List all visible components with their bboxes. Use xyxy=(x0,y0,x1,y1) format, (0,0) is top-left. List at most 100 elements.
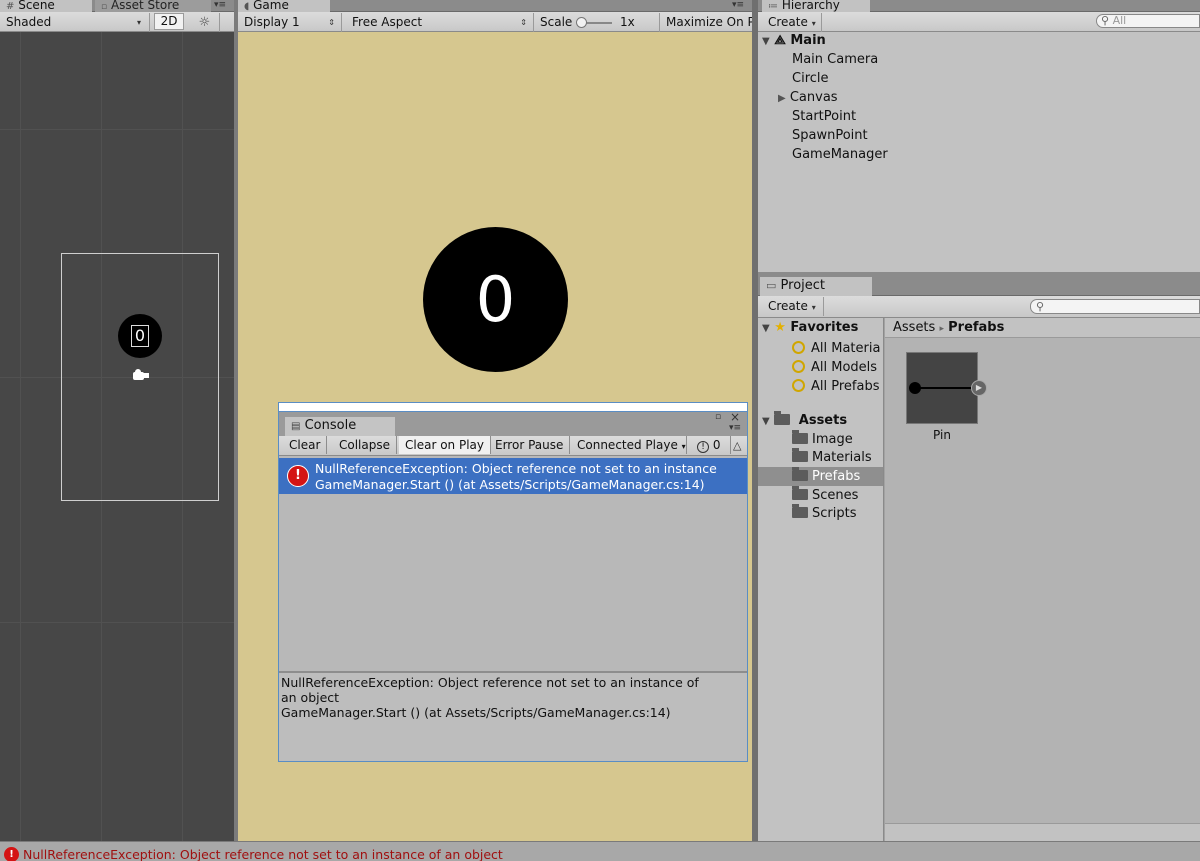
hierarchy-item[interactable]: SpawnPoint xyxy=(792,128,868,143)
dropdown-arrow-icon: ⇕ xyxy=(520,18,527,27)
scene-tabbar: # Scene ▫ Asset Store ▾≡ xyxy=(0,0,234,12)
favorite-item[interactable]: All Materia xyxy=(792,339,880,356)
info-count-toggle[interactable]: ! 0 xyxy=(693,436,731,454)
scene-viewport[interactable]: 0 xyxy=(0,32,234,841)
project-folder-tree: ▼ ★ Favorites All Materia All Models All… xyxy=(758,318,884,841)
folder-icon: ▭ xyxy=(766,279,777,292)
expand-arrow-icon[interactable]: ▼ xyxy=(762,416,770,427)
expand-arrow-icon[interactable]: ▼ xyxy=(762,36,770,47)
prefab-thumbnail[interactable]: ▶ xyxy=(906,352,987,424)
close-icon[interactable]: × xyxy=(730,410,740,424)
maximize-icon[interactable]: ▫ xyxy=(715,412,721,422)
play-prefab-icon[interactable]: ▶ xyxy=(971,380,987,396)
hierarchy-item[interactable]: Circle xyxy=(792,71,829,86)
detail-line-1: NullReferenceException: Object reference… xyxy=(281,675,699,690)
console-icon: ▤ xyxy=(291,421,301,432)
detail-line-3: GameManager.Start () (at Assets/Scripts/… xyxy=(281,705,671,720)
grid-line xyxy=(0,129,234,130)
game-toolbar: Display 1 ⇕ Free Aspect ⇕ Scale 1x Maxim… xyxy=(238,12,752,32)
clear-on-play-button[interactable]: Clear on Play xyxy=(399,436,491,454)
dropdown-arrow-icon: ▾ xyxy=(681,442,686,451)
folder-icon xyxy=(774,411,791,425)
favorite-item[interactable]: All Prefabs xyxy=(792,377,880,394)
project-create-dropdown[interactable]: Create ▾ xyxy=(762,297,824,316)
hierarchy-create-dropdown[interactable]: Create ▾ xyxy=(762,13,822,32)
favorites-header[interactable]: ▼ ★ Favorites xyxy=(762,320,858,335)
assets-header[interactable]: ▼ Assets xyxy=(762,411,847,428)
display-dropdown[interactable]: Display 1 ⇕ xyxy=(238,13,342,32)
asset-label[interactable]: Pin xyxy=(906,428,978,442)
warning-icon: △ xyxy=(733,439,742,452)
dropdown-arrow-icon: ⇕ xyxy=(328,18,335,27)
grid-icon: # xyxy=(6,1,15,12)
tab-project[interactable]: ▭ Project xyxy=(760,277,872,296)
scale-slider-thumb[interactable] xyxy=(576,17,587,28)
log-entry-selected[interactable]: ! NullReferenceException: Object referen… xyxy=(279,458,747,494)
clear-button[interactable]: Clear xyxy=(283,436,328,454)
folder-item[interactable]: Materials xyxy=(792,448,872,465)
project-tabbar: ▭ Project xyxy=(758,272,1200,296)
error-icon: ! xyxy=(4,847,19,861)
grid-line xyxy=(20,32,21,841)
folder-item-selected[interactable]: Prefabs xyxy=(792,467,860,484)
hierarchy-item[interactable]: Main Camera xyxy=(792,52,878,67)
panel-menu-icon[interactable]: ▾≡ xyxy=(729,423,741,433)
console-window: ▤ Console ▫ × ▾≡ Clear Collapse Clear on… xyxy=(278,402,748,762)
maximize-on-play-toggle[interactable]: Maximize On P xyxy=(660,13,752,32)
console-tabbar: ▤ Console ▫ × ▾≡ xyxy=(279,410,747,436)
mode-2d-button[interactable]: 2D xyxy=(154,13,184,30)
folder-icon xyxy=(792,486,808,500)
expand-arrow-icon[interactable]: ▼ xyxy=(762,323,770,334)
breadcrumb-prefabs[interactable]: Prefabs xyxy=(948,320,1004,335)
project-search-input[interactable]: ⚲ xyxy=(1030,299,1200,314)
tab-scene[interactable]: # Scene xyxy=(0,0,92,12)
tab-game[interactable]: ◖ Game xyxy=(238,0,330,12)
shading-mode-dropdown[interactable]: Shaded ▾ xyxy=(0,13,150,32)
connected-player-dropdown[interactable]: Connected Playe ▾ xyxy=(571,436,687,454)
project-assets-area: Assets ▸ Prefabs ▶ Pin xyxy=(885,318,1200,841)
panel-menu-icon[interactable]: ▾≡ xyxy=(214,0,226,10)
scene-root[interactable]: ▼ ⟁ Main xyxy=(762,33,826,48)
console-log-list: ! NullReferenceException: Object referen… xyxy=(279,456,747,671)
search-favorite-icon xyxy=(792,341,805,354)
tab-asset-store[interactable]: ▫ Asset Store xyxy=(95,0,211,12)
breadcrumb-assets[interactable]: Assets xyxy=(893,320,935,335)
console-titlebar[interactable] xyxy=(279,403,747,412)
warning-count-toggle[interactable]: △ xyxy=(731,436,747,454)
collapse-button[interactable]: Collapse xyxy=(333,436,397,454)
hierarchy-item[interactable]: StartPoint xyxy=(792,109,856,124)
search-icon: ⚲ xyxy=(1101,14,1110,27)
error-pause-button[interactable]: Error Pause xyxy=(489,436,571,454)
asset-size-slider[interactable] xyxy=(885,823,1200,841)
aspect-dropdown[interactable]: Free Aspect ⇕ xyxy=(346,13,534,32)
sun-icon[interactable]: ☼ xyxy=(190,13,220,32)
camera-gizmo-icon xyxy=(131,369,149,381)
folder-icon xyxy=(792,430,808,444)
breadcrumb: Assets ▸ Prefabs xyxy=(885,318,1200,338)
hierarchy-tabbar: ≔ Hierarchy xyxy=(758,0,1200,12)
grid-line xyxy=(0,622,234,623)
folder-item[interactable]: Scenes xyxy=(792,486,858,503)
tab-hierarchy[interactable]: ≔ Hierarchy xyxy=(762,0,870,12)
hierarchy-search-input[interactable]: ⚲ All xyxy=(1096,14,1200,28)
error-icon: ! xyxy=(287,465,309,487)
dropdown-arrow-icon: ▾ xyxy=(136,18,141,27)
dropdown-arrow-icon: ▾ xyxy=(811,19,816,28)
asset-store-icon: ▫ xyxy=(101,2,108,12)
status-bar[interactable]: ! NullReferenceException: Object referen… xyxy=(0,841,1200,861)
game-tabbar: ◖ Game ▾≡ xyxy=(238,0,752,12)
folder-item[interactable]: Image xyxy=(792,430,853,447)
hierarchy-item-canvas[interactable]: ▶ Canvas xyxy=(778,90,838,105)
tab-console[interactable]: ▤ Console xyxy=(285,417,395,436)
expand-arrow-icon[interactable]: ▶ xyxy=(778,93,786,104)
hierarchy-tree: ▼ ⟁ Main Main Camera Circle ▶ Canvas Sta… xyxy=(758,32,1200,272)
folder-item[interactable]: Scripts xyxy=(792,504,856,521)
scene-circle[interactable]: 0 xyxy=(118,314,162,358)
score-circle[interactable]: 0 xyxy=(423,227,568,372)
pin-preview-line xyxy=(915,387,975,389)
folder-icon xyxy=(792,448,808,462)
panel-menu-icon[interactable]: ▾≡ xyxy=(732,0,744,10)
favorite-item[interactable]: All Models xyxy=(792,358,877,375)
hierarchy-item[interactable]: GameManager xyxy=(792,147,888,162)
star-icon: ★ xyxy=(774,320,786,335)
